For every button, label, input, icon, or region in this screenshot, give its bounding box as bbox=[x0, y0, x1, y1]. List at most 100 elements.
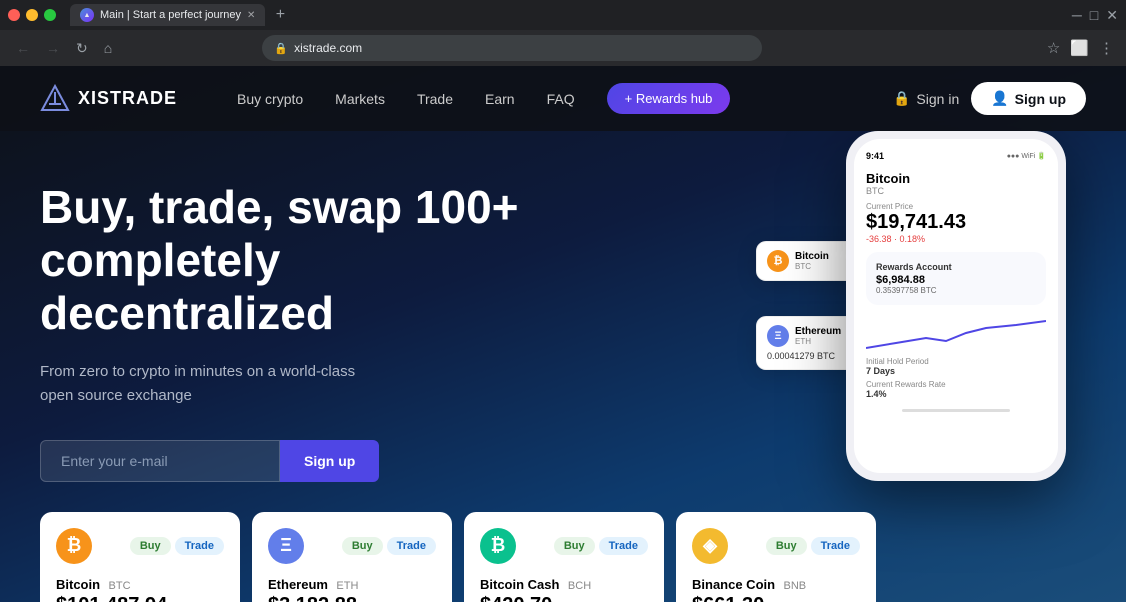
minimize-button[interactable] bbox=[26, 9, 38, 21]
user-icon: 👤 bbox=[991, 90, 1008, 107]
window-controls bbox=[8, 9, 56, 21]
bnb-trade-button[interactable]: Trade bbox=[811, 537, 860, 555]
eth-card-sym: ETH bbox=[795, 337, 841, 346]
eth-buy-button[interactable]: Buy bbox=[342, 537, 383, 555]
new-tab-button[interactable]: + bbox=[269, 4, 291, 26]
close-icon[interactable]: ✕ bbox=[1106, 7, 1118, 24]
hero-section: Buy, trade, swap 100+ completely decentr… bbox=[0, 131, 1126, 512]
hero-content: Buy, trade, swap 100+ completely decentr… bbox=[40, 181, 520, 482]
hero-subtitle: From zero to crypto in minutes on a worl… bbox=[40, 360, 360, 408]
bch-buy-button[interactable]: Buy bbox=[554, 537, 595, 555]
crypto-card-btc: ₿ Buy Trade Bitcoin BTC $101,487.94 -3.4… bbox=[40, 512, 240, 602]
eth-card-actions: Buy Trade bbox=[342, 537, 436, 555]
extensions-icon[interactable]: ⬜ bbox=[1070, 39, 1089, 57]
hold-period-val: 7 Days bbox=[866, 366, 1046, 376]
phone-coin-name: Bitcoin bbox=[866, 171, 1046, 186]
sign-up-label: Sign up bbox=[1015, 91, 1066, 107]
bch-card-actions: Buy Trade bbox=[554, 537, 648, 555]
btc-card-icon: ₿ bbox=[56, 528, 92, 564]
restore-icon[interactable]: □ bbox=[1090, 7, 1098, 24]
logo-text: XISTRADE bbox=[78, 88, 177, 109]
phone-price-label: Current Price bbox=[866, 202, 1046, 211]
eth-symbol: ETH bbox=[336, 580, 358, 592]
btc-card-actions: Buy Trade bbox=[130, 537, 224, 555]
rewards-hub-button[interactable]: + Rewards hub bbox=[607, 83, 731, 114]
nav-faq[interactable]: FAQ bbox=[547, 91, 575, 107]
phone-rewards-card: Rewards Account $6,984.88 0.35397758 BTC bbox=[866, 252, 1046, 305]
btc-price-row: $101,487.94 -3.49% bbox=[56, 594, 224, 602]
bnb-name: Binance Coin bbox=[692, 577, 775, 592]
bnb-price-row: $661.30 -4.14% bbox=[692, 594, 860, 602]
mini-chart bbox=[866, 313, 1046, 353]
btc-symbol: BTC bbox=[109, 580, 131, 592]
sign-in-button[interactable]: 🔒 Sign in bbox=[893, 90, 959, 107]
phone-home-indicator bbox=[902, 409, 1010, 412]
phone-time: 9:41 bbox=[866, 151, 884, 161]
hold-period-label: Initial Hold Period bbox=[866, 357, 1046, 366]
hero-title: Buy, trade, swap 100+ completely decentr… bbox=[40, 181, 520, 340]
hero-signup-button[interactable]: Sign up bbox=[280, 440, 379, 482]
phone-change: -36.38 · 0.18% bbox=[866, 234, 1046, 244]
crypto-card-eth: Ξ Buy Trade Ethereum ETH $3,182.88 -4.85… bbox=[252, 512, 452, 602]
reload-button[interactable]: ↻ bbox=[72, 36, 92, 61]
email-input[interactable] bbox=[40, 440, 280, 482]
phone-screen: 9:41 ●●● WiFi 🔋 Bitcoin BTC Current Pric… bbox=[854, 139, 1058, 473]
navbar: XISTRADE Buy crypto Markets Trade Earn F… bbox=[0, 66, 1126, 131]
btc-buy-button[interactable]: Buy bbox=[130, 537, 171, 555]
url-text: xistrade.com bbox=[294, 41, 362, 55]
btc-card-name-row: Bitcoin BTC bbox=[56, 576, 224, 594]
bnb-buy-button[interactable]: Buy bbox=[766, 537, 807, 555]
phone-header: 9:41 ●●● WiFi 🔋 bbox=[866, 151, 1046, 161]
bch-trade-button[interactable]: Trade bbox=[599, 537, 648, 555]
bch-price-row: $420.70 -5.08% bbox=[480, 594, 648, 602]
nav-links: Buy crypto Markets Trade Earn FAQ + Rewa… bbox=[237, 83, 893, 114]
nav-trade[interactable]: Trade bbox=[417, 91, 453, 107]
eth-trade-button[interactable]: Trade bbox=[387, 537, 436, 555]
phone-coin-symbol: BTC bbox=[866, 186, 1046, 196]
lock-icon: 🔒 bbox=[274, 42, 288, 55]
browser-tabs: ▲ Main | Start a perfect journey ✕ + bbox=[70, 4, 1066, 26]
eth-card-icon: Ξ bbox=[268, 528, 304, 564]
rewards-value: $6,984.88 bbox=[876, 274, 1036, 286]
tab-favicon: ▲ bbox=[80, 8, 94, 22]
sign-in-icon: 🔒 bbox=[893, 90, 910, 107]
close-button[interactable] bbox=[8, 9, 20, 21]
nav-earn[interactable]: Earn bbox=[485, 91, 515, 107]
address-bar: ← → ↻ ⌂ 🔒 xistrade.com ☆ ⬜ ⋮ bbox=[0, 30, 1126, 66]
nav-markets[interactable]: Markets bbox=[335, 91, 385, 107]
rewards-btc-val: 0.35397758 BTC bbox=[876, 286, 1036, 295]
nav-buy-crypto[interactable]: Buy crypto bbox=[237, 91, 303, 107]
btc-card-name: Bitcoin bbox=[795, 251, 829, 262]
bnb-card-name-row: Binance Coin BNB bbox=[692, 576, 860, 594]
sign-up-button[interactable]: 👤 Sign up bbox=[971, 82, 1086, 115]
btc-trade-button[interactable]: Trade bbox=[175, 537, 224, 555]
home-button[interactable]: ⌂ bbox=[100, 36, 116, 60]
bch-name: Bitcoin Cash bbox=[480, 577, 559, 592]
logo-icon bbox=[40, 84, 70, 114]
bnb-card-header: ◈ Buy Trade bbox=[692, 528, 860, 564]
eth-card-header: Ξ Buy Trade bbox=[268, 528, 436, 564]
back-button[interactable]: ← bbox=[12, 36, 34, 60]
bch-card-icon: ₿ bbox=[480, 528, 516, 564]
bch-symbol: BCH bbox=[568, 580, 591, 592]
minimize-icon[interactable]: ─ bbox=[1072, 7, 1082, 24]
logo[interactable]: XISTRADE bbox=[40, 84, 177, 114]
maximize-button[interactable] bbox=[44, 9, 56, 21]
tab-close-button[interactable]: ✕ bbox=[247, 10, 255, 21]
eth-card-name: Ethereum bbox=[795, 326, 841, 337]
auth-section: 🔒 Sign in 👤 Sign up bbox=[893, 82, 1086, 115]
url-bar[interactable]: 🔒 xistrade.com bbox=[262, 35, 762, 61]
tab-title: Main | Start a perfect journey bbox=[100, 9, 241, 21]
toolbar-right: ☆ ⬜ ⋮ bbox=[1047, 39, 1114, 57]
eth-name: Ethereum bbox=[268, 577, 328, 592]
bch-price: $420.70 bbox=[480, 594, 552, 602]
menu-icon[interactable]: ⋮ bbox=[1099, 39, 1114, 57]
os-window-controls: ─ □ ✕ bbox=[1072, 7, 1118, 24]
active-tab[interactable]: ▲ Main | Start a perfect journey ✕ bbox=[70, 4, 265, 26]
website-content: XISTRADE Buy crypto Markets Trade Earn F… bbox=[0, 66, 1126, 602]
bnb-symbol: BNB bbox=[784, 580, 807, 592]
bookmark-icon[interactable]: ☆ bbox=[1047, 39, 1060, 57]
sign-in-label: Sign in bbox=[916, 91, 959, 107]
forward-button[interactable]: → bbox=[42, 36, 64, 60]
phone-mockup: ₿ Bitcoin BTC 19 BTC Ξ Ethereum ETH 0.0 bbox=[786, 121, 1066, 481]
